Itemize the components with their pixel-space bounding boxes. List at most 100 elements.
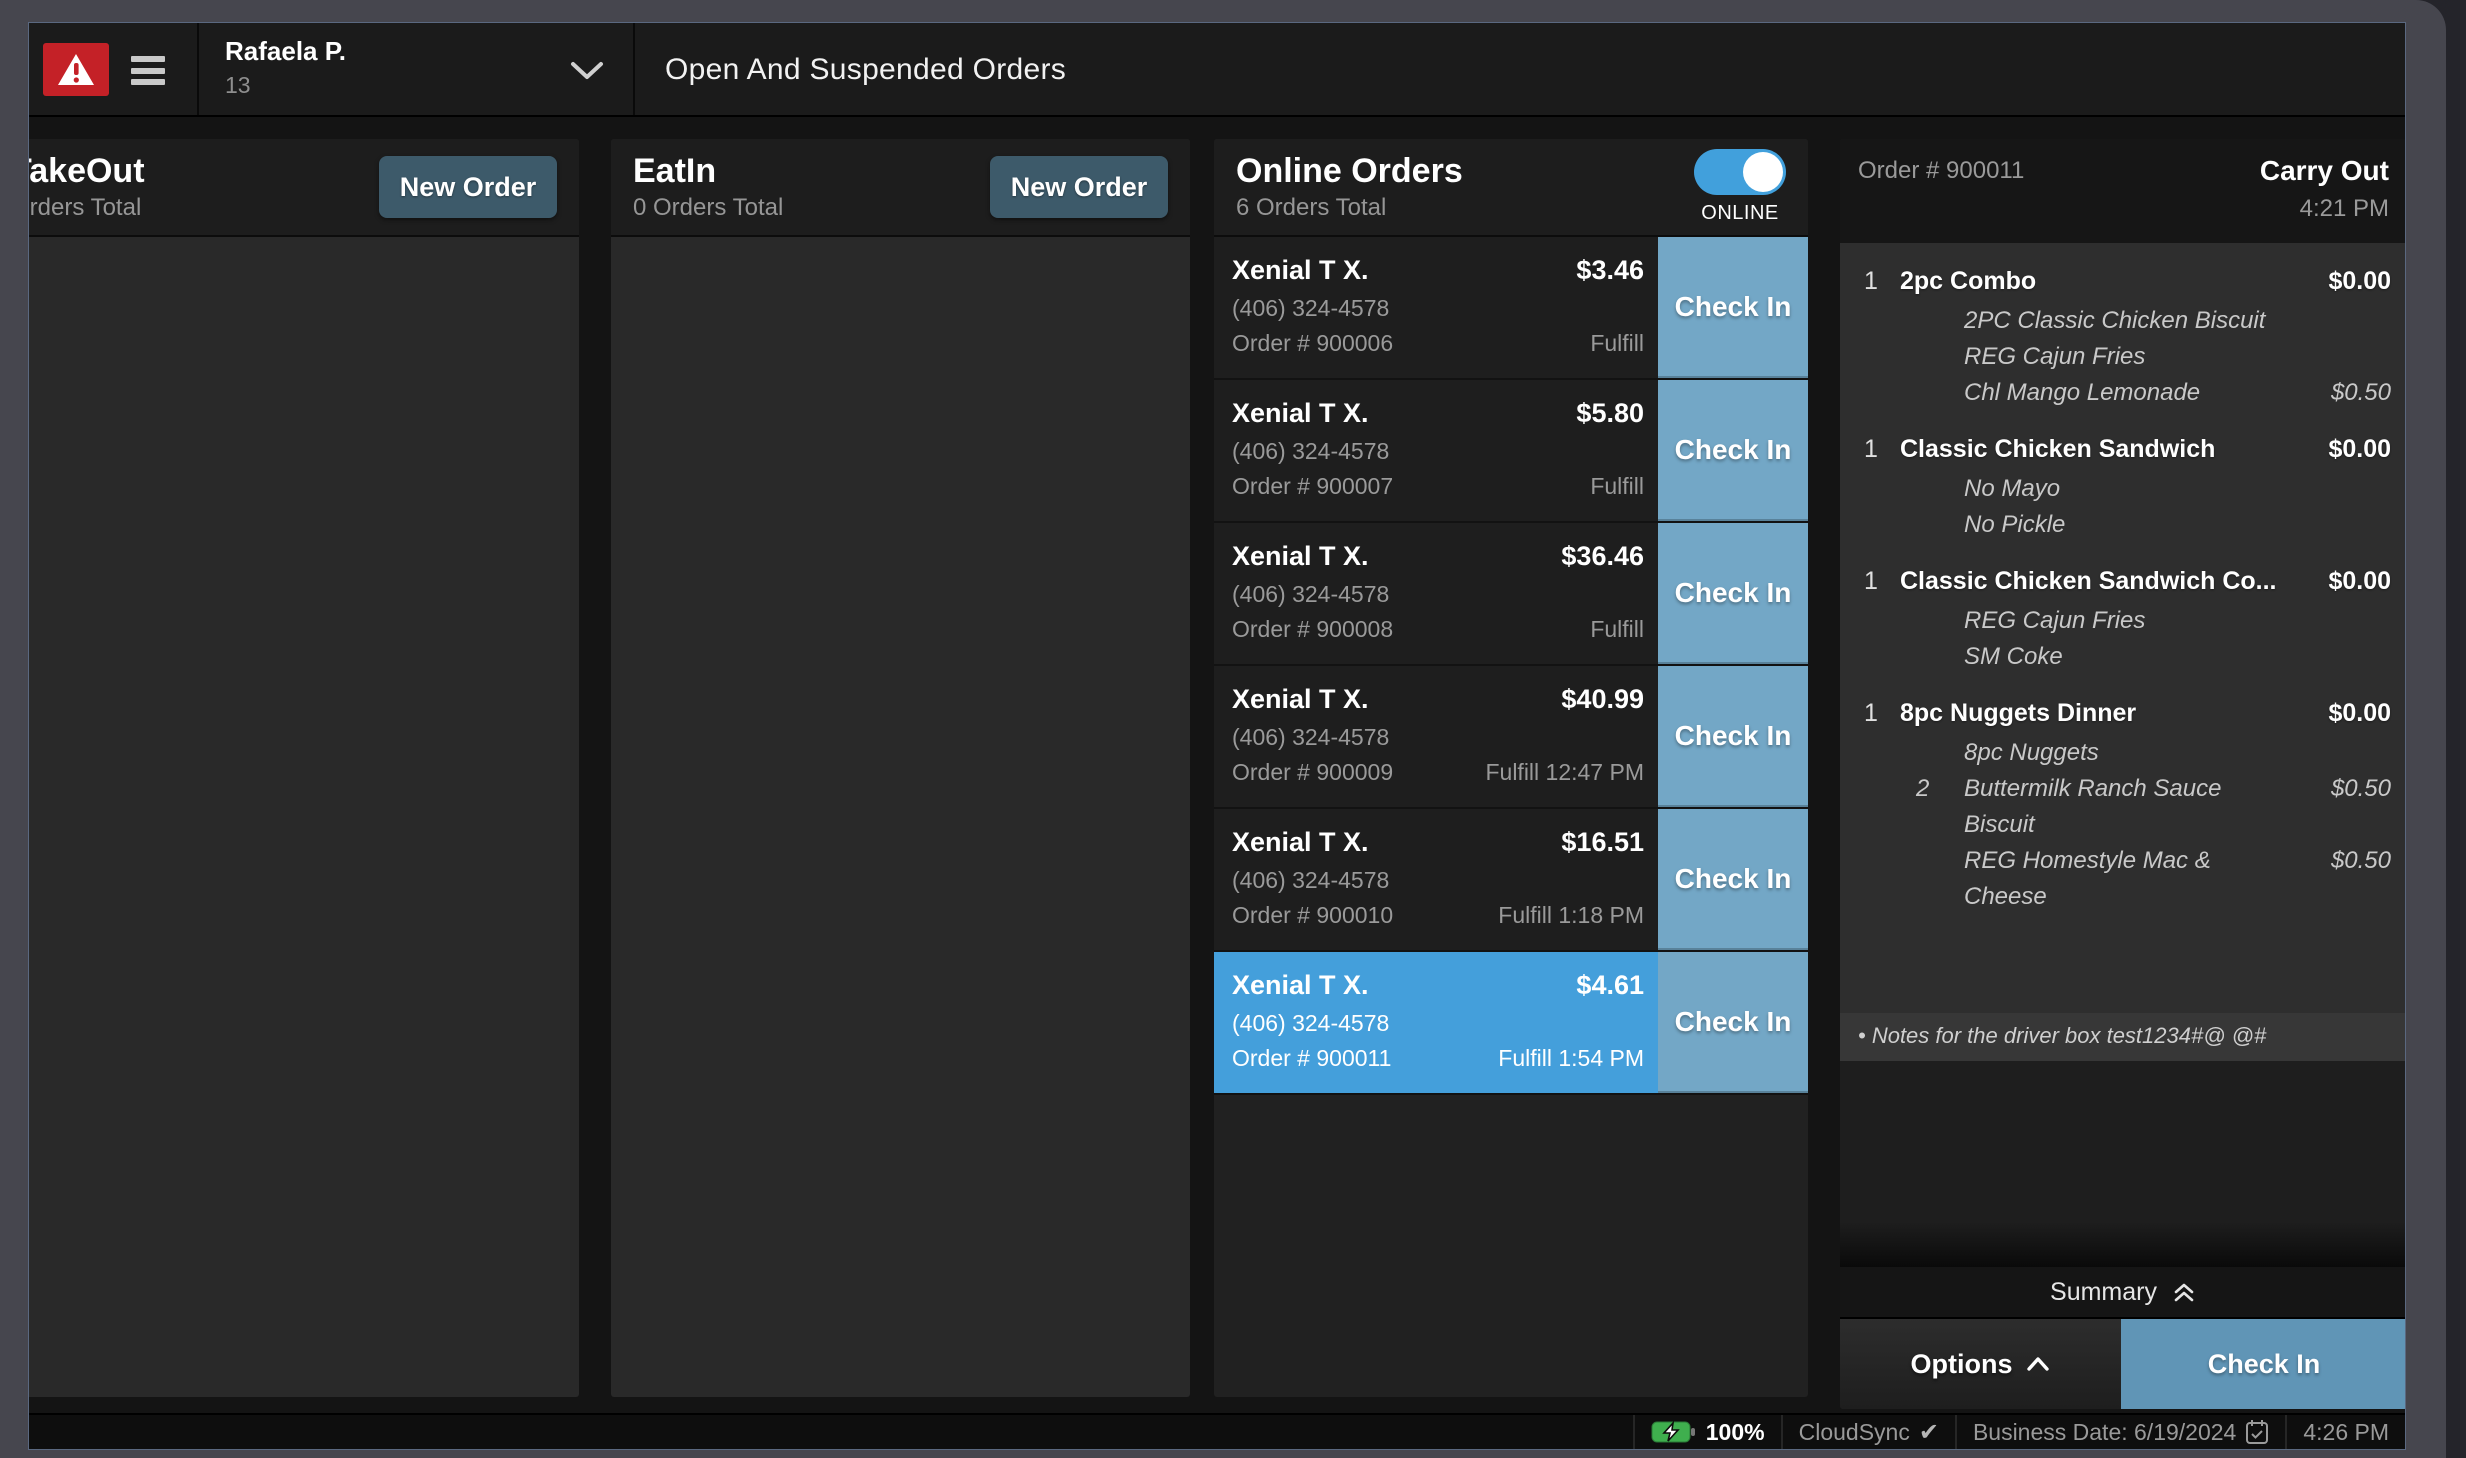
- modifier-row: No Mayo: [1916, 471, 2391, 507]
- order-price: $5.80: [1576, 393, 1644, 433]
- order-price: $3.46: [1576, 250, 1644, 290]
- modifier-qty: [1916, 375, 1964, 411]
- modifier-qty: [1916, 303, 1964, 339]
- item-qty: 1: [1856, 691, 1900, 735]
- modifier-row: 2PC Classic Chicken Biscuit: [1916, 303, 2391, 339]
- eatin-new-order-button[interactable]: New Order: [990, 156, 1168, 218]
- detail-order-number: Order # 900011: [1858, 153, 2024, 243]
- item-price: $0.00: [2328, 559, 2391, 603]
- battery-percent: 100%: [1706, 1419, 1765, 1446]
- modifier-name: No Mayo: [1964, 471, 2284, 507]
- item-modifiers: REG Cajun Fries SM Coke: [1856, 603, 2391, 675]
- order-price: $40.99: [1561, 679, 1644, 719]
- customer-phone: (406) 324-4578: [1232, 867, 1389, 893]
- modifier-qty: [1916, 603, 1964, 639]
- user-number: 13: [225, 72, 346, 99]
- eatin-panel: EatIn 0 Orders Total New Order: [611, 139, 1190, 1397]
- battery-status: 100%: [1633, 1415, 1781, 1449]
- online-order-row[interactable]: Xenial T X. $3.46 (406) 324-4578 Order #…: [1214, 237, 1808, 380]
- online-orders-list: Xenial T X. $3.46 (406) 324-4578 Order #…: [1214, 237, 1808, 1397]
- item-name: Classic Chicken Sandwich Co...: [1900, 559, 2320, 603]
- order-type: Carry Out: [2260, 153, 2389, 189]
- item-price: $0.00: [2328, 691, 2391, 735]
- row-check-in-button[interactable]: Check In: [1658, 523, 1808, 664]
- summary-bar[interactable]: Summary: [1840, 1267, 2406, 1317]
- order-number: Order # 900006: [1232, 326, 1393, 361]
- order-number: Order # 900010: [1232, 898, 1393, 933]
- item-modifiers: No Mayo No Pickle: [1856, 471, 2391, 543]
- receipt-items: 1 2pc Combo $0.00 2PC Classic Chicken Bi…: [1856, 259, 2391, 931]
- online-order-row[interactable]: Xenial T X. $16.51 (406) 324-4578 Order …: [1214, 809, 1808, 952]
- customer-name: Xenial T X.: [1232, 679, 1369, 719]
- modifier-row: SM Coke: [1916, 639, 2391, 675]
- order-note: • Notes for the driver box test1234#@ @#: [1840, 1013, 2406, 1061]
- modifier-name: Chl Mango Lemonade: [1964, 375, 2284, 411]
- battery-icon: [1651, 1419, 1697, 1445]
- modifier-name: REG Cajun Fries: [1964, 603, 2284, 639]
- order-detail-header: Order # 900011 Carry Out 4:21 PM: [1840, 139, 2406, 243]
- receipt-item: 1 Classic Chicken Sandwich Co... $0.00 R…: [1856, 559, 2391, 675]
- fulfill-time: Fulfill: [1590, 612, 1644, 647]
- double-chevron-up-icon: [2171, 1279, 2197, 1305]
- customer-phone: (406) 324-4578: [1232, 1010, 1389, 1036]
- eatin-total: 0 Orders Total: [633, 194, 783, 222]
- modifier-price: $0.50: [2331, 375, 2391, 411]
- takeout-new-order-button[interactable]: New Order: [379, 156, 557, 218]
- modifier-row: Biscuit: [1916, 807, 2391, 843]
- order-detail-panel: Order # 900011 Carry Out 4:21 PM 1 2pc C…: [1840, 139, 2406, 1409]
- eatin-header: EatIn 0 Orders Total New Order: [611, 139, 1190, 237]
- fulfill-time: Fulfill: [1590, 469, 1644, 504]
- modifier-row: No Pickle: [1916, 507, 2391, 543]
- online-order-row[interactable]: Xenial T X. $4.61 (406) 324-4578 Order #…: [1214, 952, 1808, 1095]
- order-row-info: Xenial T X. $3.46 (406) 324-4578 Order #…: [1214, 237, 1658, 378]
- alert-button[interactable]: [43, 43, 109, 96]
- takeout-header: TakeOut Orders Total New Order: [28, 139, 579, 237]
- order-row-info: Xenial T X. $40.99 (406) 324-4578 Order …: [1214, 666, 1658, 807]
- item-price: $0.00: [2328, 427, 2391, 471]
- customer-name: Xenial T X.: [1232, 536, 1369, 576]
- fulfill-time: Fulfill 12:47 PM: [1485, 755, 1644, 790]
- order-number: Order # 900007: [1232, 469, 1393, 504]
- check-in-button[interactable]: Check In: [2121, 1319, 2406, 1409]
- modifier-row: REG Cajun Fries: [1916, 603, 2391, 639]
- modifier-qty: [1916, 843, 1964, 915]
- chevron-up-icon: [2025, 1355, 2051, 1373]
- item-name: 8pc Nuggets Dinner: [1900, 691, 2320, 735]
- chevron-down-icon[interactable]: [569, 60, 605, 82]
- status-bar: 100% CloudSync ✔ Business Date: 6/19/202…: [29, 1413, 2405, 1449]
- warning-triangle-icon: [56, 52, 96, 88]
- business-date[interactable]: Business Date: 6/19/2024: [1955, 1415, 2285, 1449]
- row-check-in-button[interactable]: Check In: [1658, 809, 1808, 950]
- cloudsync-status: CloudSync ✔: [1781, 1415, 1955, 1449]
- options-button[interactable]: Options: [1840, 1319, 2121, 1409]
- online-order-row[interactable]: Xenial T X. $40.99 (406) 324-4578 Order …: [1214, 666, 1808, 809]
- order-row-info: Xenial T X. $5.80 (406) 324-4578 Order #…: [1214, 380, 1658, 521]
- order-time: 4:21 PM: [2260, 195, 2389, 223]
- row-check-in-button[interactable]: Check In: [1658, 380, 1808, 521]
- customer-phone: (406) 324-4578: [1232, 581, 1389, 607]
- takeout-title: TakeOut: [28, 152, 145, 191]
- row-check-in-button[interactable]: Check In: [1658, 666, 1808, 807]
- modifier-name: Buttermilk Ranch Sauce: [1964, 771, 2284, 807]
- online-toggle[interactable]: [1694, 149, 1786, 195]
- customer-phone: (406) 324-4578: [1232, 724, 1389, 750]
- user-menu[interactable]: Rafaela P. 13: [225, 36, 346, 99]
- modifier-price: $0.50: [2331, 771, 2391, 807]
- online-order-row[interactable]: Xenial T X. $5.80 (406) 324-4578 Order #…: [1214, 380, 1808, 523]
- eatin-title: EatIn: [633, 152, 783, 191]
- detail-filler: [1840, 1061, 2406, 1267]
- options-label: Options: [1911, 1349, 2013, 1380]
- online-order-row[interactable]: Xenial T X. $36.46 (406) 324-4578 Order …: [1214, 523, 1808, 666]
- customer-name: Xenial T X.: [1232, 393, 1369, 433]
- modifier-qty: [1916, 807, 1964, 843]
- order-number: Order # 900008: [1232, 612, 1393, 647]
- business-date-label: Business Date: 6/19/2024: [1973, 1419, 2236, 1446]
- modifier-name: No Pickle: [1964, 507, 2284, 543]
- hamburger-menu-icon[interactable]: [131, 56, 165, 85]
- receipt-item: 1 Classic Chicken Sandwich $0.00 No Mayo…: [1856, 427, 2391, 543]
- row-check-in-button[interactable]: Check In: [1658, 952, 1808, 1093]
- order-price: $16.51: [1561, 822, 1644, 862]
- toggle-knob: [1743, 152, 1783, 192]
- customer-name: Xenial T X.: [1232, 822, 1369, 862]
- row-check-in-button[interactable]: Check In: [1658, 237, 1808, 378]
